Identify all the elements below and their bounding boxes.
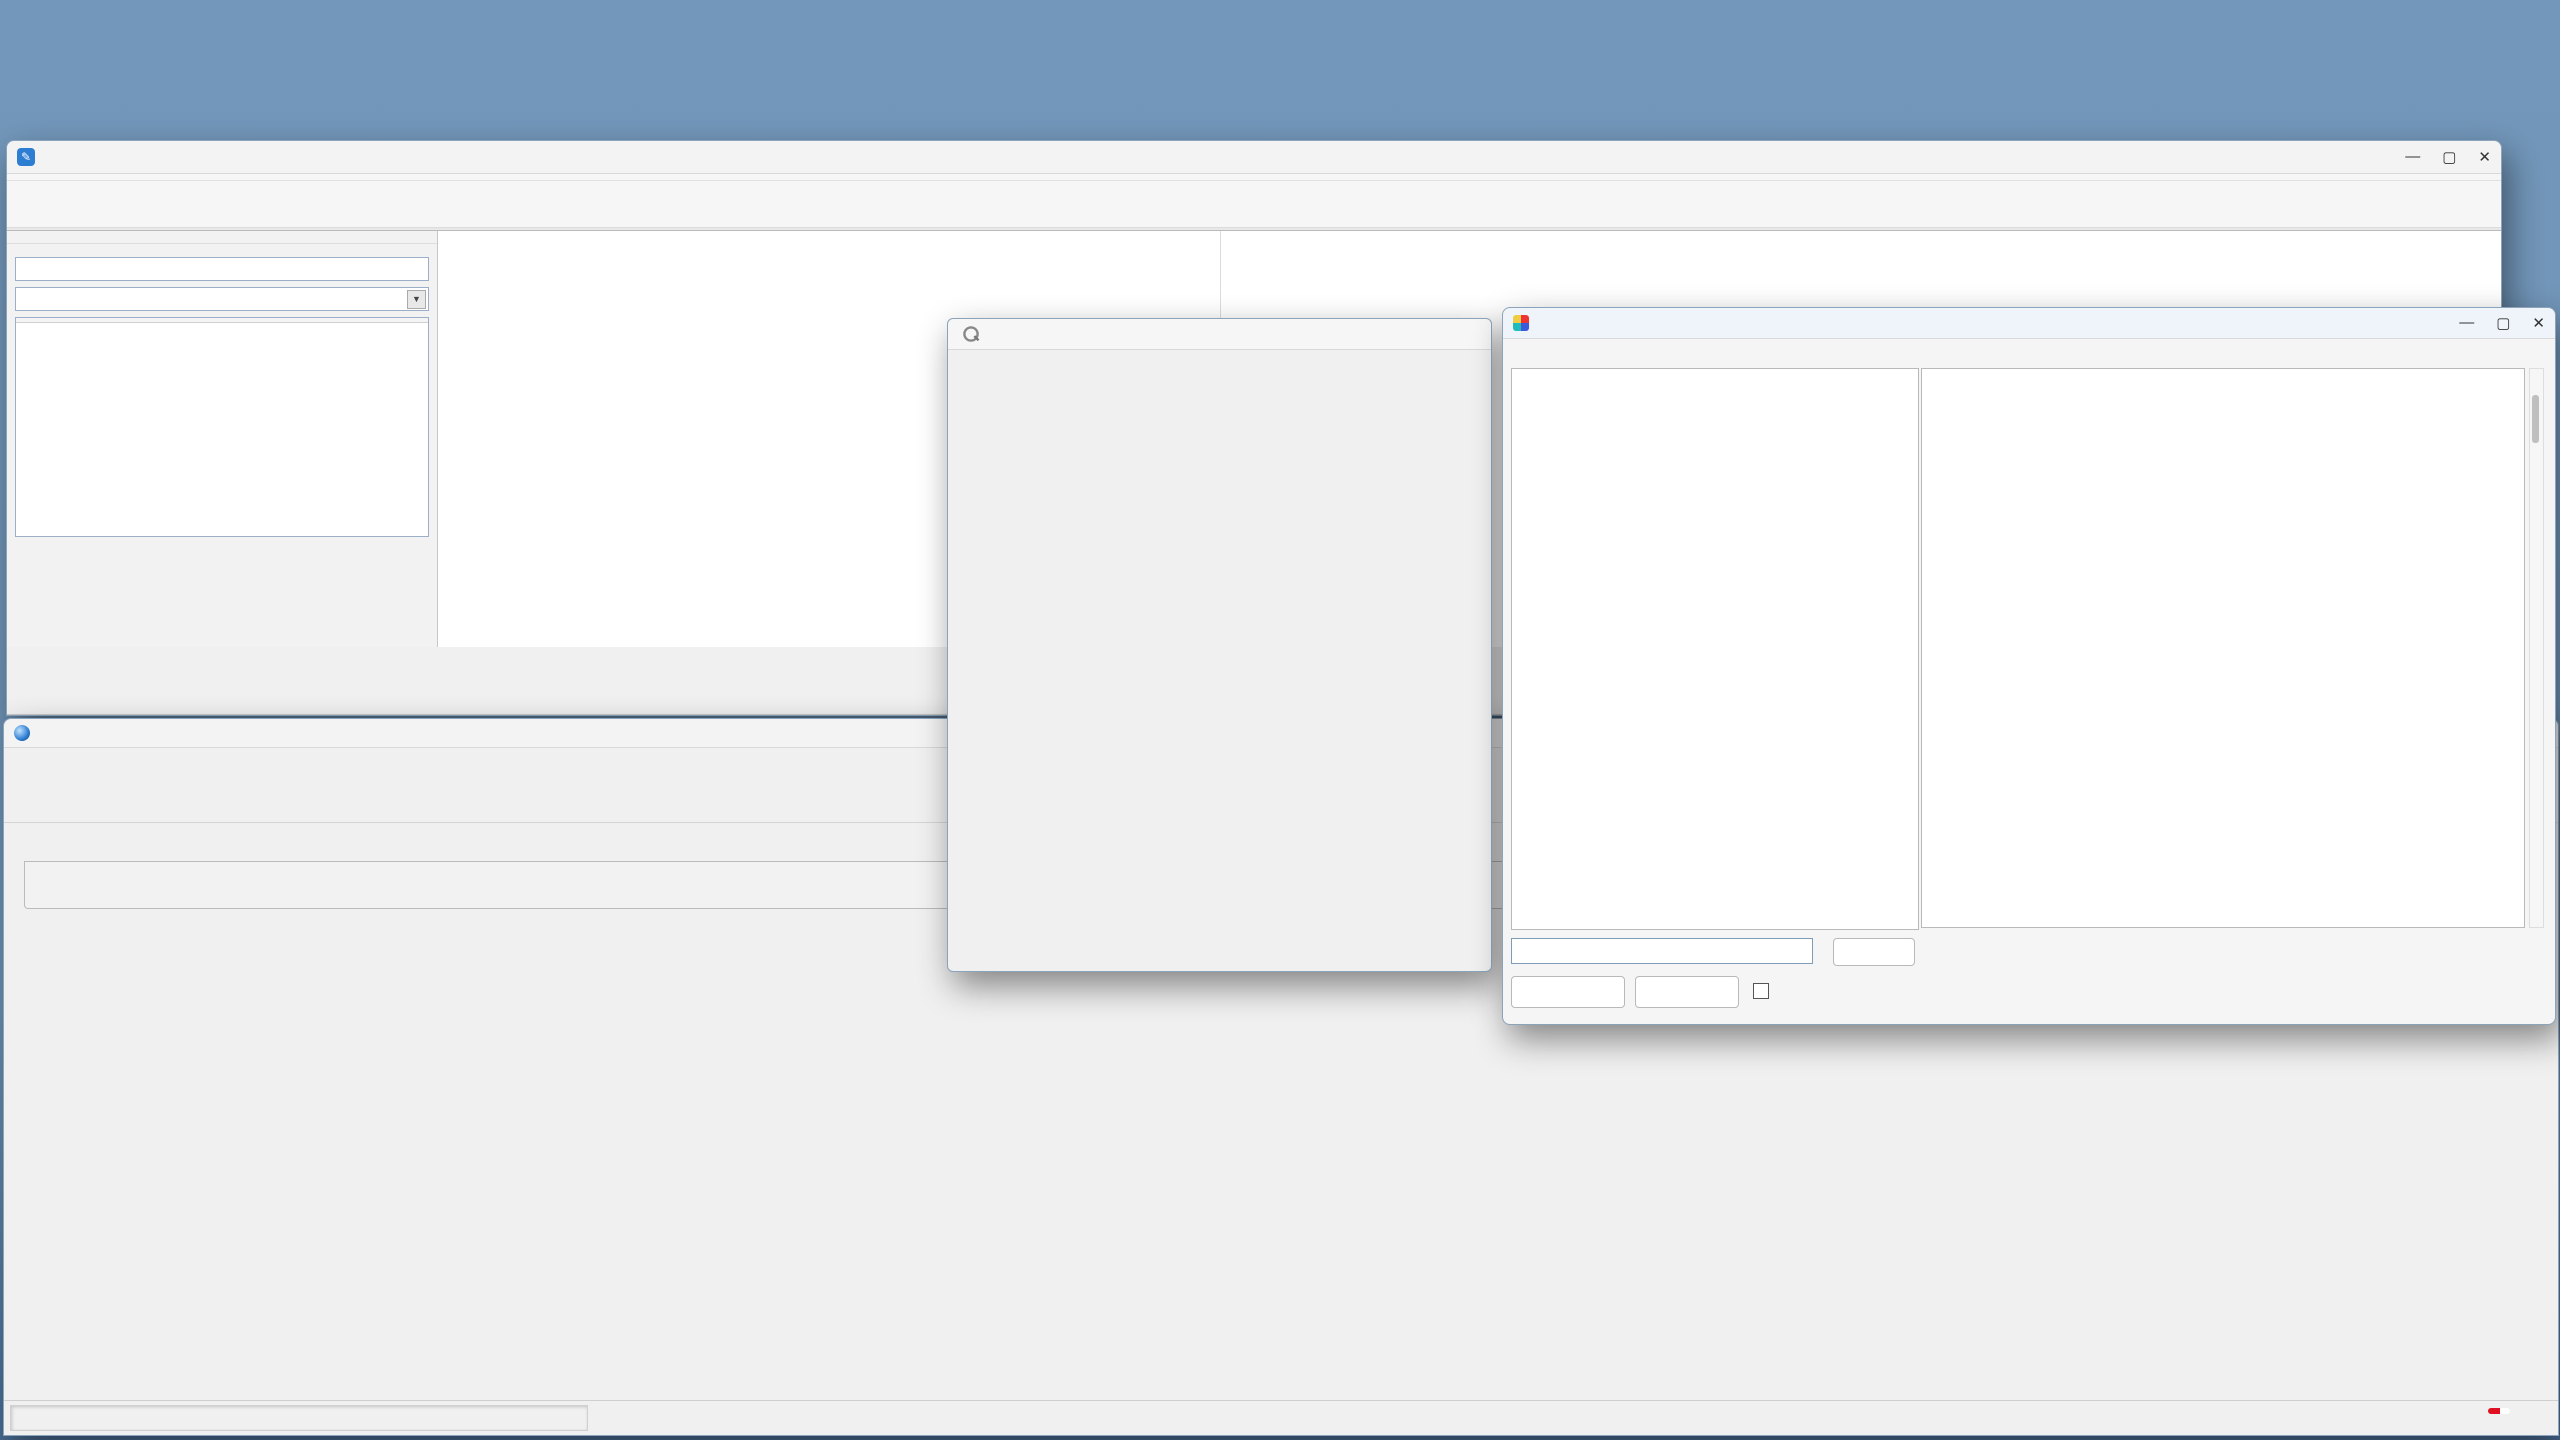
- editor-toolbar: [7, 181, 2501, 228]
- spectrum-chart[interactable]: [14, 971, 2550, 1375]
- ts-close-icon[interactable]: ✕: [2532, 314, 2545, 332]
- carrier-search-dialog: [947, 318, 1492, 972]
- ts-titlebar[interactable]: — ▢ ✕: [1503, 308, 2555, 339]
- protv-tv: [2500, 1408, 2510, 1414]
- protv-pro: [2488, 1408, 2500, 1414]
- desktop: ✎ — ▢ ✕ ▼: [0, 0, 2560, 1440]
- chevron-down-icon[interactable]: ▼: [407, 290, 426, 309]
- protv-watermark: [2488, 1408, 2510, 1414]
- file-panel-toolbar-2: [7, 237, 437, 244]
- table-stats-button[interactable]: [1635, 976, 1739, 1008]
- ts-app-icon: [1513, 315, 1529, 331]
- editor-file-panel: ▼: [7, 231, 438, 647]
- carrier-dialog-titlebar[interactable]: [948, 319, 1491, 350]
- editor-maximize-icon[interactable]: ▢: [2442, 148, 2456, 166]
- editor-app-icon: ✎: [17, 148, 35, 166]
- pid-table[interactable]: [1921, 368, 2525, 928]
- magnifier-icon: [963, 326, 979, 342]
- tree-find-input[interactable]: [1511, 938, 1813, 964]
- file-list[interactable]: [15, 317, 429, 537]
- ts-minimize-icon[interactable]: —: [2459, 314, 2474, 332]
- file-list-header[interactable]: [16, 318, 428, 323]
- cursor-pos-status: [10, 1405, 588, 1431]
- editor-minimize-icon[interactable]: —: [2405, 148, 2420, 166]
- editor-titlebar[interactable]: ✎ — ▢ ✕: [7, 141, 2501, 174]
- editor-menubar: [7, 174, 2501, 181]
- crazyscan-statusbar: [4, 1400, 2558, 1435]
- ts-maximize-icon[interactable]: ▢: [2496, 314, 2510, 332]
- editor-close-icon[interactable]: ✕: [2478, 148, 2491, 166]
- save-as-xml-button[interactable]: [1511, 976, 1625, 1008]
- quick-search-input[interactable]: [15, 257, 429, 281]
- quick-search-label: [7, 252, 437, 256]
- carrier-dialog-body: [948, 350, 1491, 970]
- hex-checkbox[interactable]: [1753, 983, 1775, 999]
- hex-checkbox-box[interactable]: [1753, 983, 1769, 999]
- change-dir-combo[interactable]: ▼: [15, 287, 429, 311]
- ts-analyzer-window: — ▢ ✕: [1502, 307, 2556, 1025]
- table-scrollbar[interactable]: [2529, 368, 2544, 928]
- table-scrollbar-thumb[interactable]: [2532, 395, 2539, 443]
- si-tree[interactable]: [1511, 368, 1919, 930]
- crazyscan-app-icon: [14, 725, 30, 741]
- find-button[interactable]: [1833, 938, 1915, 966]
- change-dir-label: [7, 282, 437, 286]
